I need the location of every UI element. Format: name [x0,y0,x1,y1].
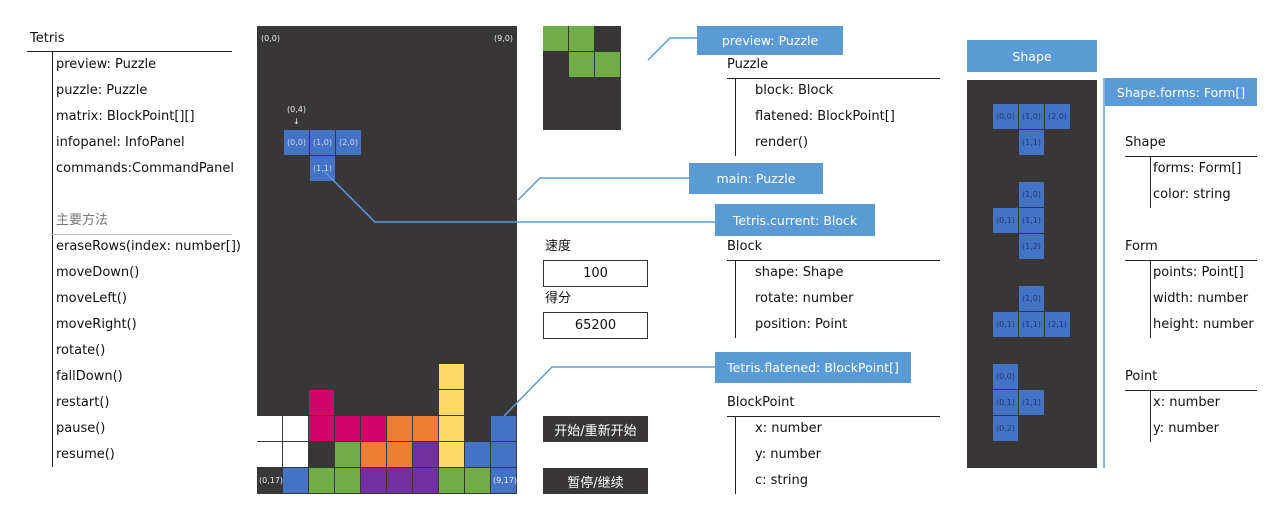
form-title: Form [1125,239,1158,254]
divider [727,260,940,261]
shape-item: forms: Form[] [1153,161,1242,176]
puzzle-item: block: Block [755,83,834,98]
tree-line [735,78,736,156]
form-cell: (0,2) [993,416,1018,441]
divider [1125,156,1257,157]
shape-item: color: string [1153,187,1231,202]
blockpoint-item: c: string [755,473,808,488]
form-cell: (0,1) [993,390,1018,415]
puzzle-title: Puzzle [727,57,769,72]
tree-line [735,260,736,338]
tree-line [1150,156,1151,208]
label-shape: Shape [967,40,1097,72]
form-cell: (1,1) [1019,390,1044,415]
label-main: main: Puzzle [689,163,823,194]
form-item: points: Point[] [1153,265,1244,280]
block-item: rotate: number [755,291,854,306]
tree-line [1150,260,1151,338]
point-title: Point [1125,369,1158,384]
puzzle-item: render() [755,135,809,150]
point-item: x: number [1153,395,1220,410]
label-flatened: Tetris.flatened: BlockPoint[] [715,352,911,383]
tree-line [1150,390,1151,442]
form-cell: (1,1) [1019,312,1044,337]
form-cell: (0,0) [993,364,1018,389]
block-title: Block [727,239,763,254]
form-cell: (1,2) [1019,234,1044,259]
block-item: shape: Shape [755,265,844,280]
divider [1125,390,1257,391]
puzzle-item: flatened: BlockPoint[] [755,109,895,124]
form-cell: (2,0) [1045,104,1070,129]
blockpoint-item: y: number [755,447,821,462]
label-forms: Shape.forms: Form[] [1105,78,1257,106]
form-cell: (0,1) [993,208,1018,233]
divider [727,78,940,79]
form-cell: (0,0) [993,104,1018,129]
block-item: position: Point [755,317,848,332]
label-current: Tetris.current: Block [715,204,875,236]
form-cell: (1,1) [1019,130,1044,155]
form-cell: (1,0) [1019,286,1044,311]
label-preview: preview: Puzzle [697,26,843,55]
form-item: height: number [1153,317,1254,332]
form-cell: (1,0) [1019,104,1044,129]
form-cell: (1,1) [1019,208,1044,233]
shape-title: Shape [1125,135,1166,150]
tree-line [735,416,736,494]
point-item: y: number [1153,421,1219,436]
blockpoint-item: x: number [755,421,822,436]
divider [727,416,940,417]
form-cell: (2,1) [1045,312,1070,337]
form-cell: (1,0) [1019,182,1044,207]
form-item: width: number [1153,291,1249,306]
form-cell: (0,1) [993,312,1018,337]
divider [1125,260,1257,261]
blockpoint-title: BlockPoint [727,395,795,410]
